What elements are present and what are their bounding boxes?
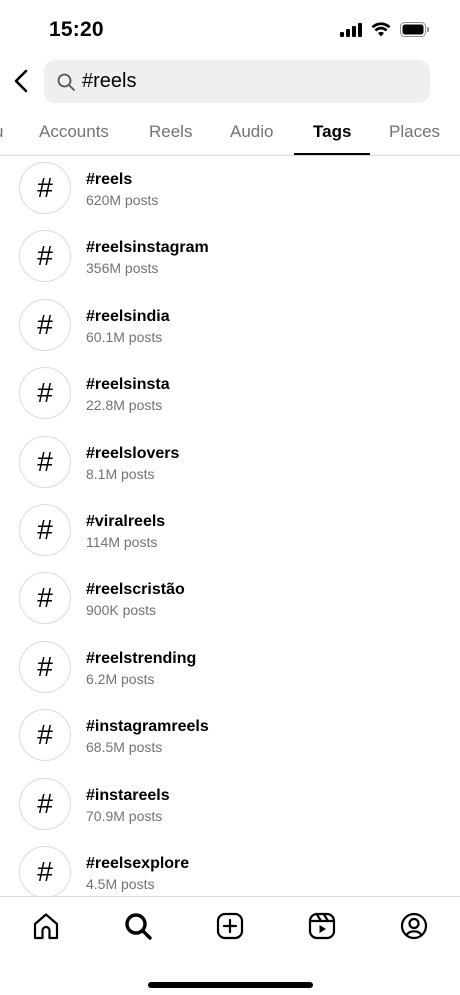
- search-icon: [57, 73, 75, 91]
- list-item[interactable]: # #reelscristão 900K posts: [0, 567, 460, 635]
- list-item[interactable]: # #reelsinsta 22.8M posts: [0, 362, 460, 430]
- hashtag-icon: #: [19, 367, 71, 419]
- chevron-left-icon: [14, 69, 28, 93]
- hashtag-icon: #: [19, 162, 71, 214]
- list-item[interactable]: # #instagramreels 68.5M posts: [0, 704, 460, 772]
- list-item[interactable]: # #reelsinstagram 356M posts: [0, 225, 460, 293]
- list-item[interactable]: # #reelsexplore 4.5M posts: [0, 841, 460, 897]
- hashtag-icon: #: [19, 641, 71, 693]
- search-input[interactable]: #reels: [44, 60, 430, 103]
- profile-icon[interactable]: [399, 911, 429, 941]
- tag-post-count: 114M posts: [86, 534, 158, 550]
- search-tabs: u Accounts Reels Audio Tags Places: [0, 110, 460, 156]
- tag-post-count: 70.9M posts: [86, 808, 163, 824]
- tab-audio[interactable]: Audio: [230, 122, 273, 142]
- back-button[interactable]: [10, 66, 32, 96]
- hashtag-icon: #: [19, 709, 71, 761]
- tag-post-count: 8.1M posts: [86, 466, 155, 482]
- search-query: #reels: [82, 70, 137, 92]
- tag-post-count: 68.5M posts: [86, 739, 163, 755]
- status-bar: 15:20: [0, 0, 460, 60]
- tag-post-count: 900K posts: [86, 602, 157, 618]
- tab-accounts[interactable]: Accounts: [39, 122, 109, 142]
- hashtag-icon: #: [19, 504, 71, 556]
- home-indicator: [148, 982, 313, 988]
- list-item[interactable]: # #viralreels 114M posts: [0, 499, 460, 567]
- list-item[interactable]: # #reelslovers 8.1M posts: [0, 431, 460, 499]
- tag-post-count: 22.8M posts: [86, 397, 163, 413]
- tag-name: #instareels: [86, 787, 170, 804]
- list-item[interactable]: # #reels 620M posts: [0, 157, 460, 225]
- cellular-signal-icon: [340, 22, 362, 37]
- tag-name: #reelsexplore: [86, 855, 190, 872]
- hashtag-icon: #: [19, 572, 71, 624]
- hashtag-icon: #: [19, 230, 71, 282]
- list-item[interactable]: # #reelstrending 6.2M posts: [0, 636, 460, 704]
- tag-name: #reelscristão: [86, 581, 185, 598]
- search-row: #reels: [0, 60, 460, 106]
- active-tab-indicator: [294, 153, 370, 155]
- wifi-icon: [371, 22, 391, 37]
- tag-post-count: 60.1M posts: [86, 329, 163, 345]
- list-item[interactable]: # #instareels 70.9M posts: [0, 773, 460, 841]
- home-icon[interactable]: [31, 911, 61, 941]
- search-icon[interactable]: [123, 911, 153, 941]
- tab-places[interactable]: Places: [389, 122, 440, 142]
- status-time: 15:20: [49, 18, 104, 41]
- tag-post-count: 620M posts: [86, 192, 159, 208]
- tag-name: #reelsinsta: [86, 376, 170, 393]
- tag-name: #reelsinstagram: [86, 239, 209, 256]
- status-icons: [340, 22, 430, 37]
- tab-for-you[interactable]: u: [0, 122, 3, 142]
- tag-name: #instagramreels: [86, 718, 209, 735]
- battery-icon: [400, 22, 429, 37]
- tag-name: #reelsindia: [86, 308, 170, 325]
- tag-name: #reelstrending: [86, 650, 197, 667]
- list-item[interactable]: # #reelsindia 60.1M posts: [0, 294, 460, 362]
- tag-results-list: # #reels 620M posts # #reelsinstagram 35…: [0, 157, 460, 897]
- reels-icon[interactable]: [307, 911, 337, 941]
- hashtag-icon: #: [19, 846, 71, 897]
- tab-tags[interactable]: Tags: [313, 122, 351, 142]
- bottom-nav: [0, 896, 460, 995]
- tag-name: #reels: [86, 171, 133, 188]
- tag-post-count: 6.2M posts: [86, 671, 155, 687]
- tab-reels[interactable]: Reels: [149, 122, 192, 142]
- tag-post-count: 356M posts: [86, 260, 159, 276]
- tag-name: #reelslovers: [86, 445, 180, 462]
- create-icon[interactable]: [215, 911, 245, 941]
- tag-post-count: 4.5M posts: [86, 876, 155, 892]
- hashtag-icon: #: [19, 299, 71, 351]
- tag-name: #viralreels: [86, 513, 166, 530]
- hashtag-icon: #: [19, 436, 71, 488]
- hashtag-icon: #: [19, 778, 71, 830]
